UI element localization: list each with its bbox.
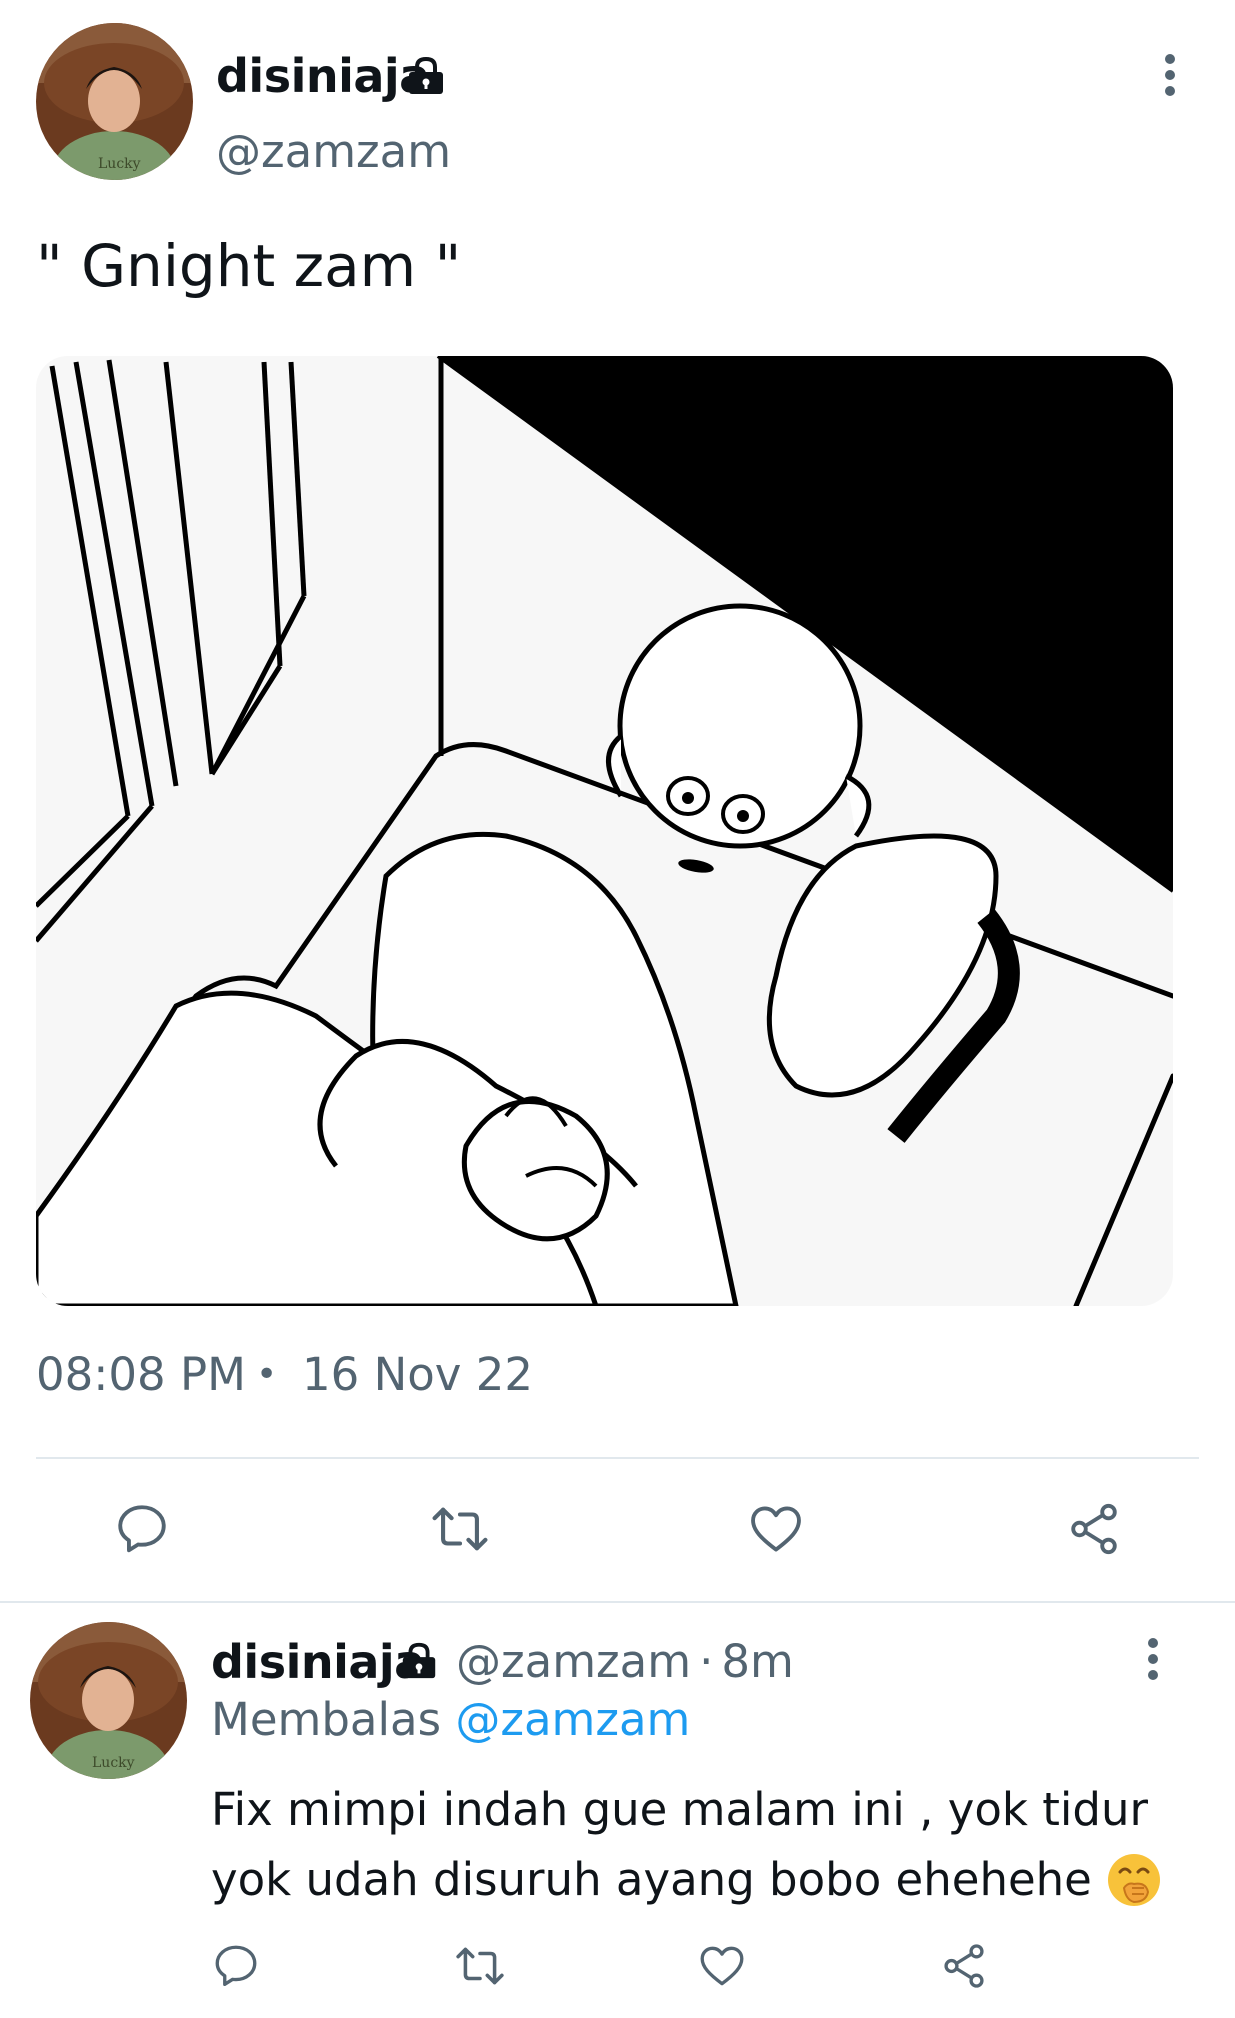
section-divider xyxy=(0,1601,1235,1603)
heart-icon xyxy=(751,1506,801,1552)
author-avatar[interactable]: Lucky xyxy=(36,23,193,180)
replying-label: Membalas xyxy=(211,1693,442,1746)
reply-retweet-button[interactable] xyxy=(449,1938,511,1994)
meta-dot: · xyxy=(699,1635,714,1688)
replying-to-line: Membalas @zamzam xyxy=(211,1692,690,1748)
comment-icon xyxy=(118,1505,166,1553)
share-button[interactable] xyxy=(1062,1497,1126,1561)
author-handle[interactable]: @zamzam xyxy=(216,124,451,180)
lock-icon xyxy=(398,1640,440,1682)
retweet-button[interactable] xyxy=(424,1497,496,1561)
author-name[interactable]: disiniaja xyxy=(216,48,430,104)
reply-text-line-2: yok udah disuruh ayang bobo ehehehe xyxy=(211,1845,1162,1915)
retweet-icon xyxy=(432,1507,488,1551)
tweet-text: " Gnight zam " xyxy=(36,232,462,300)
more-options-button[interactable] xyxy=(1150,50,1190,100)
share-icon xyxy=(1071,1503,1117,1555)
tweet-image[interactable] xyxy=(36,356,1173,1306)
reply-button[interactable] xyxy=(110,1497,174,1561)
reply-more-options-button[interactable] xyxy=(1133,1634,1173,1684)
reply-author-avatar[interactable]: Lucky xyxy=(30,1622,187,1779)
replying-to-link[interactable]: @zamzam xyxy=(455,1693,690,1746)
tweet-time[interactable]: 08:08 PM xyxy=(36,1347,246,1403)
timestamp-separator: • xyxy=(256,1354,278,1395)
reply-share-button[interactable] xyxy=(936,1938,992,1994)
svg-text:Lucky: Lucky xyxy=(98,156,141,172)
reply-text: Fix mimpi indah gue malam ini , yok tidu… xyxy=(211,1775,1162,1915)
reply-author-name[interactable]: disiniaja xyxy=(211,1634,425,1690)
divider xyxy=(36,1457,1199,1459)
heart-icon xyxy=(700,1946,744,1986)
comment-icon xyxy=(215,1945,257,1986)
reply-like-button[interactable] xyxy=(694,1938,750,1994)
like-button[interactable] xyxy=(744,1497,808,1561)
tweet-date[interactable]: 16 Nov 22 xyxy=(302,1347,533,1403)
more-vertical-icon xyxy=(1165,54,1175,96)
reply-age[interactable]: 8m xyxy=(721,1635,793,1688)
reply-handle[interactable]: @zamzam xyxy=(456,1635,691,1688)
reply-text-line-2-text: yok udah disuruh ayang bobo ehehehe xyxy=(211,1853,1092,1906)
reply-text-line-1: Fix mimpi indah gue malam ini , yok tidu… xyxy=(211,1783,1148,1836)
lock-icon xyxy=(404,54,448,98)
reply-reply-button[interactable] xyxy=(208,1938,264,1994)
share-icon xyxy=(944,1944,984,1988)
reply-author-handle: @zamzam · 8m xyxy=(456,1634,794,1690)
face-with-hand-over-mouth-icon xyxy=(1106,1852,1162,1908)
svg-text:Lucky: Lucky xyxy=(92,1755,135,1771)
retweet-icon xyxy=(456,1947,504,1985)
more-vertical-icon xyxy=(1148,1638,1158,1680)
